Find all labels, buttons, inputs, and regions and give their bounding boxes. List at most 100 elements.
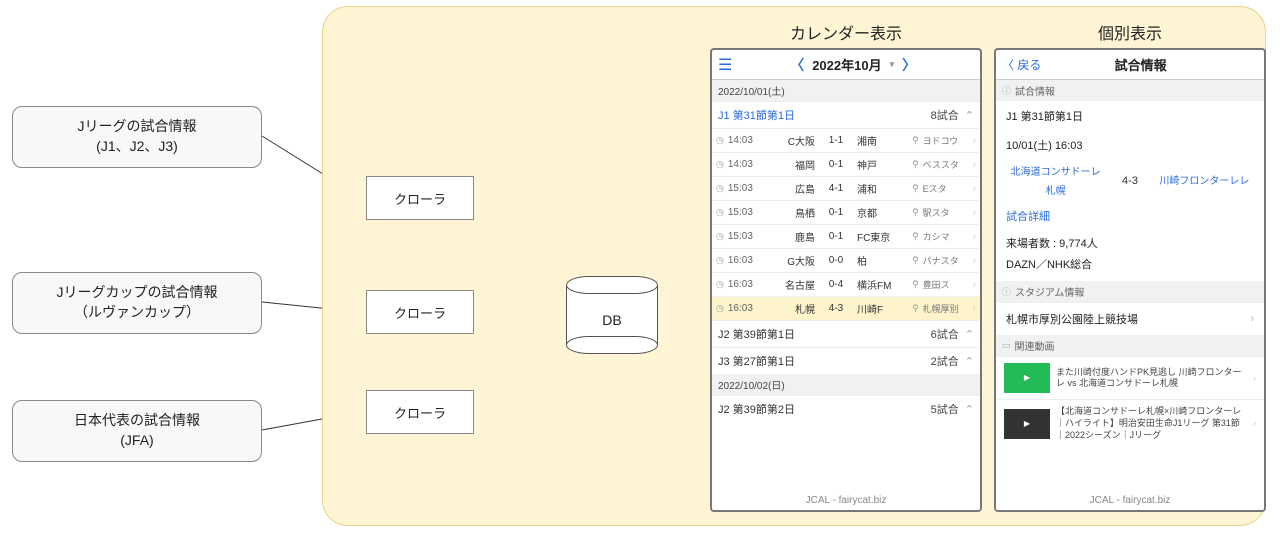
phone-detail: 〈 戻る 試合情報 ⓘ 試合情報 J1 第31節第1日 10/01(土) 16:0…	[994, 48, 1266, 512]
away-team: 川崎F	[857, 301, 908, 316]
chevron-right-icon: ›	[973, 231, 976, 242]
video-thumbnail	[1004, 409, 1050, 439]
location-icon: ⚲	[912, 255, 919, 266]
chevron-right-icon: ›	[973, 183, 976, 194]
location-icon: ⚲	[912, 279, 919, 290]
video-icon: ▭	[1002, 340, 1011, 351]
score: 4-3	[1122, 171, 1138, 192]
score: 4-1	[819, 183, 853, 194]
venue: 札幌厚別	[923, 302, 969, 315]
match-row[interactable]: ◷15:03広島4-1浦和⚲Eスタ›	[712, 176, 980, 200]
location-icon: ⚲	[912, 183, 919, 194]
away-team: 神戸	[857, 157, 908, 172]
prev-month-icon[interactable]: 〈	[790, 55, 804, 75]
match-count: 5試合	[931, 404, 959, 416]
clock-icon: ◷	[716, 279, 724, 290]
score: 0-0	[819, 255, 853, 266]
match-time: 16:03	[728, 279, 760, 290]
home-team[interactable]: 北海道コンサドーレ札幌	[1006, 163, 1105, 201]
venue: 駅スタ	[923, 206, 969, 219]
score: 0-1	[819, 207, 853, 218]
next-month-icon[interactable]: 〉	[902, 55, 916, 75]
away-team: 柏	[857, 253, 908, 268]
info-icon: ⓘ	[1002, 84, 1011, 97]
section-header: ⓘ 試合情報	[996, 80, 1264, 101]
crawler-box: クローラ	[366, 290, 474, 334]
source-subtitle: （ルヴァンカップ）	[74, 303, 200, 323]
chevron-icon: ⌃	[965, 404, 974, 416]
match-datetime: 10/01(土) 16:03	[1006, 136, 1254, 157]
chevron-right-icon: ›	[1253, 373, 1256, 385]
match-count: 2試合	[931, 356, 959, 368]
date-header: 2022/10/01(土)	[712, 80, 980, 101]
venue: カシマ	[923, 230, 969, 243]
calendar-view-title: カレンダー表示	[710, 20, 982, 44]
home-team: 鳥栖	[764, 205, 815, 220]
home-team: C大阪	[764, 133, 815, 148]
menu-icon[interactable]: ☰	[718, 55, 732, 75]
home-team: 名古屋	[764, 277, 815, 292]
source-box-jleague-cup: Jリーグカップの試合情報 （ルヴァンカップ）	[12, 272, 262, 334]
match-time: 15:03	[728, 231, 760, 242]
clock-icon: ◷	[716, 207, 724, 218]
source-box-japan-national: 日本代表の試合情報 (JFA)	[12, 400, 262, 462]
away-team: 横浜FM	[857, 277, 908, 292]
section-header-label: 関連動画	[1015, 338, 1055, 353]
match-time: 15:03	[728, 183, 760, 194]
clock-icon: ◷	[716, 183, 724, 194]
section-header-label: 試合情報	[1015, 83, 1055, 98]
match-detail-link[interactable]: 試合詳細	[1006, 211, 1050, 223]
video-row[interactable]: 【北海道コンサドーレ札幌×川崎フロンターレ｜ハイライト】明治安田生命J1リーグ …	[996, 399, 1264, 447]
away-team[interactable]: 川崎フロンターレレ	[1155, 172, 1254, 191]
score: 0-1	[819, 231, 853, 242]
section-header: ⓘスタジアム情報	[996, 281, 1264, 302]
match-time: 15:03	[728, 207, 760, 218]
crawler-box: クローラ	[366, 176, 474, 220]
league-row-title: J2 第39節第1日	[718, 326, 795, 342]
video-row[interactable]: また川崎付度ハンドPK見逃し 川崎フロンターレ vs 北海道コンサドーレ札幌 ›	[996, 356, 1264, 399]
chevron-icon: ⌃	[965, 329, 974, 341]
match-row[interactable]: ◷15:03鹿島0-1FC東京⚲カシマ›	[712, 224, 980, 248]
match-time: 16:03	[728, 255, 760, 266]
chevron-right-icon: ›	[973, 207, 976, 218]
video-title: また川崎付度ハンドPK見逃し 川崎フロンターレ vs 北海道コンサドーレ札幌	[1056, 367, 1247, 390]
app-footer: JCAL - fairycat.biz	[996, 491, 1264, 510]
back-button[interactable]: 〈 戻る	[996, 56, 1047, 73]
match-node: J1 第31節第1日	[1006, 107, 1254, 128]
back-label: 戻る	[1017, 58, 1041, 72]
chevron-right-icon: ›	[973, 159, 976, 170]
location-icon: ⚲	[912, 231, 919, 242]
chevron-right-icon: ›	[973, 255, 976, 266]
match-row[interactable]: ◷14:03福岡0-1神戸⚲ベススタ›	[712, 152, 980, 176]
league-row[interactable]: J2 第39節第1日 6試合⌃	[712, 320, 980, 347]
chevron-icon: ⌃	[965, 110, 974, 122]
stadium-name: 札幌市厚別公園陸上競技場	[1006, 311, 1138, 327]
match-time: 16:03	[728, 303, 760, 314]
video-title: 【北海道コンサドーレ札幌×川崎フロンターレ｜ハイライト】明治安田生命J1リーグ …	[1056, 406, 1247, 441]
chevron-right-icon: ›	[973, 303, 976, 314]
league-row[interactable]: J2 第39節第2日 5試合⌃	[712, 395, 980, 422]
match-row[interactable]: ◷15:03鳥栖0-1京都⚲駅スタ›	[712, 200, 980, 224]
chevron-right-icon: ›	[1253, 418, 1256, 430]
source-box-jleague: Jリーグの試合情報 (J1、J2、J3)	[12, 106, 262, 168]
league-row[interactable]: J3 第27節第1日 2試合⌃	[712, 347, 980, 374]
match-row[interactable]: ◷16:03札幌4-3川崎F⚲札幌厚別›	[712, 296, 980, 320]
match-row[interactable]: ◷14:03C大阪1-1湘南⚲ヨドコウ›	[712, 128, 980, 152]
stadium-row[interactable]: 札幌市厚別公園陸上競技場 ›	[996, 302, 1264, 335]
location-icon: ⚲	[912, 303, 919, 314]
month-picker[interactable]: 〈 2022年10月 ▾ 〉	[732, 55, 974, 75]
clock-icon: ◷	[716, 231, 724, 242]
chevron-right-icon: ›	[973, 135, 976, 146]
clock-icon: ◷	[716, 255, 724, 266]
match-row[interactable]: ◷16:03名古屋0-4横浜FM⚲豊田ス›	[712, 272, 980, 296]
match-row[interactable]: ◷16:03G大阪0-0柏⚲パナスタ›	[712, 248, 980, 272]
league-row[interactable]: J1 第31節第1日 8試合⌃	[712, 101, 980, 128]
database-label: DB	[566, 312, 658, 328]
clock-icon: ◷	[716, 159, 724, 170]
home-team: 札幌	[764, 301, 815, 316]
crawler-box: クローラ	[366, 390, 474, 434]
away-team: 京都	[857, 205, 908, 220]
clock-icon: ◷	[716, 303, 724, 314]
league-row-title: J1 第31節第1日	[718, 107, 795, 123]
dropdown-icon[interactable]: ▾	[890, 59, 895, 70]
